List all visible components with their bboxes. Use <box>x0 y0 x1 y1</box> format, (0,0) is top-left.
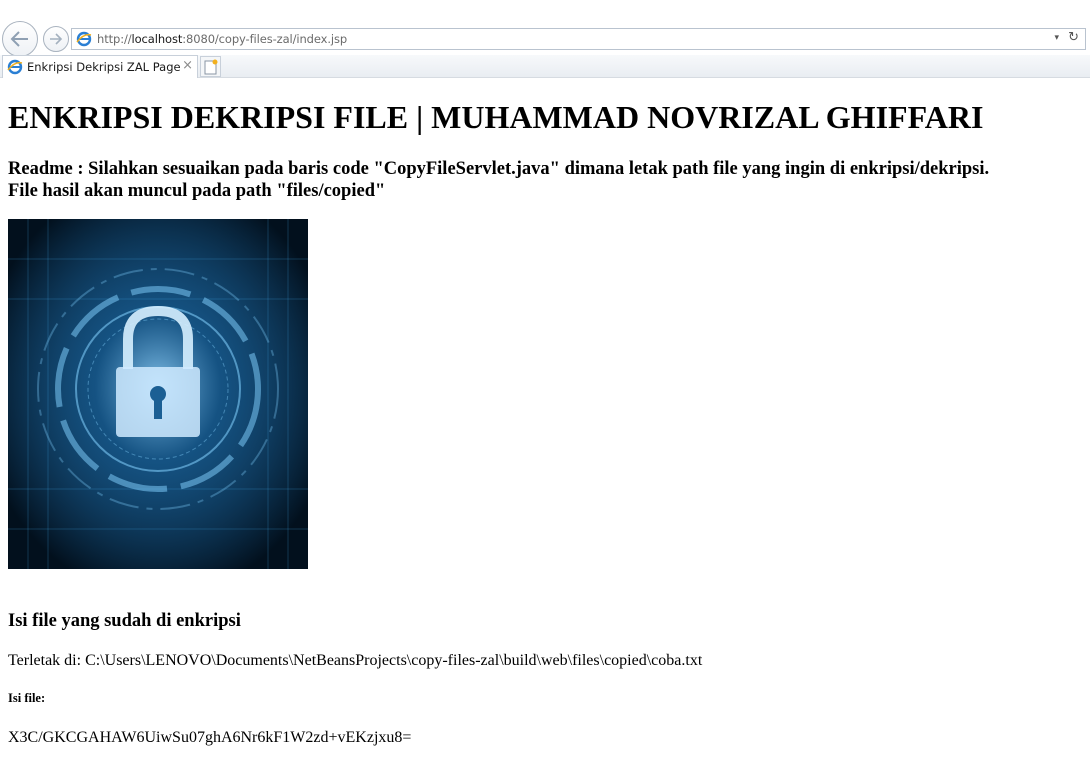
back-button[interactable] <box>2 21 38 57</box>
encrypted-content-heading: Isi file yang sudah di enkripsi <box>8 611 241 631</box>
page-title: ENKRIPSI DEKRIPSI FILE | MUHAMMAD NOVRIZ… <box>8 99 984 135</box>
arrow-left-icon <box>10 31 28 47</box>
tab-close-icon[interactable]: × <box>182 58 193 73</box>
file-location: Terletak di: C:\Users\LENOVO\Documents\N… <box>8 652 703 669</box>
tab-title: Enkripsi Dekripsi ZAL Page <box>27 60 181 74</box>
ie-icon <box>76 31 92 47</box>
url-text: http://localhost:8080/copy-files-zal/ind… <box>97 32 348 46</box>
cipher-text: X3C/GKCGAHAW6UiwSu07ghA6Nr6kF1W2zd+vEKzj… <box>8 729 412 746</box>
forward-button[interactable] <box>43 26 69 52</box>
padlock-icon <box>8 219 308 569</box>
arrow-right-icon <box>50 33 63 45</box>
tab-bar: Enkripsi Dekripsi ZAL Page × <box>0 55 1090 78</box>
tab-active[interactable]: Enkripsi Dekripsi ZAL Page × <box>2 55 198 78</box>
new-tab-icon <box>204 59 218 75</box>
refresh-icon[interactable]: ↻ <box>1068 30 1079 45</box>
address-bar[interactable]: http://localhost:8080/copy-files-zal/ind… <box>71 28 1086 50</box>
new-tab-button[interactable] <box>200 56 221 77</box>
browser-chrome: http://localhost:8080/copy-files-zal/ind… <box>0 0 1090 78</box>
address-dropdown-icon[interactable]: ▾ <box>1054 33 1059 43</box>
readme-line-2: File hasil akan muncul pada path "files/… <box>8 181 386 201</box>
readme-line-1: Readme : Silahkan sesuaikan pada baris c… <box>8 159 990 179</box>
file-content-label: Isi file: <box>8 691 46 705</box>
ie-icon <box>7 59 23 75</box>
security-image <box>8 219 308 569</box>
readme-text: Readme : Silahkan sesuaikan pada baris c… <box>8 158 989 202</box>
